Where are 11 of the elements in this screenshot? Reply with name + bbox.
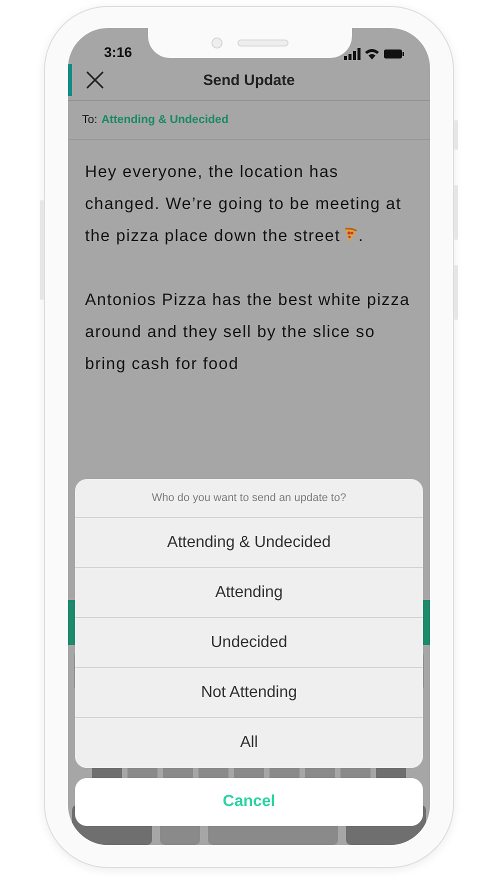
message-text: Hey everyone, the location has changed. We’re going to be meeting at the pizza place down the street . bbox=[85, 162, 402, 247]
close-icon[interactable] bbox=[86, 71, 104, 89]
accent-bar bbox=[68, 64, 72, 96]
speaker-grille-icon bbox=[237, 39, 289, 47]
screen-title: Send Update bbox=[202, 72, 296, 88]
pizza-icon bbox=[344, 227, 358, 243]
status-icons bbox=[344, 48, 404, 60]
status-time: 3:16 bbox=[104, 44, 132, 60]
camera-lens-icon bbox=[211, 37, 223, 49]
message-text: Antonios Pizza has the best white pizza around and they sell by the slice so bring cash for food bbox=[85, 290, 410, 375]
recipients-label: To: bbox=[82, 114, 98, 126]
